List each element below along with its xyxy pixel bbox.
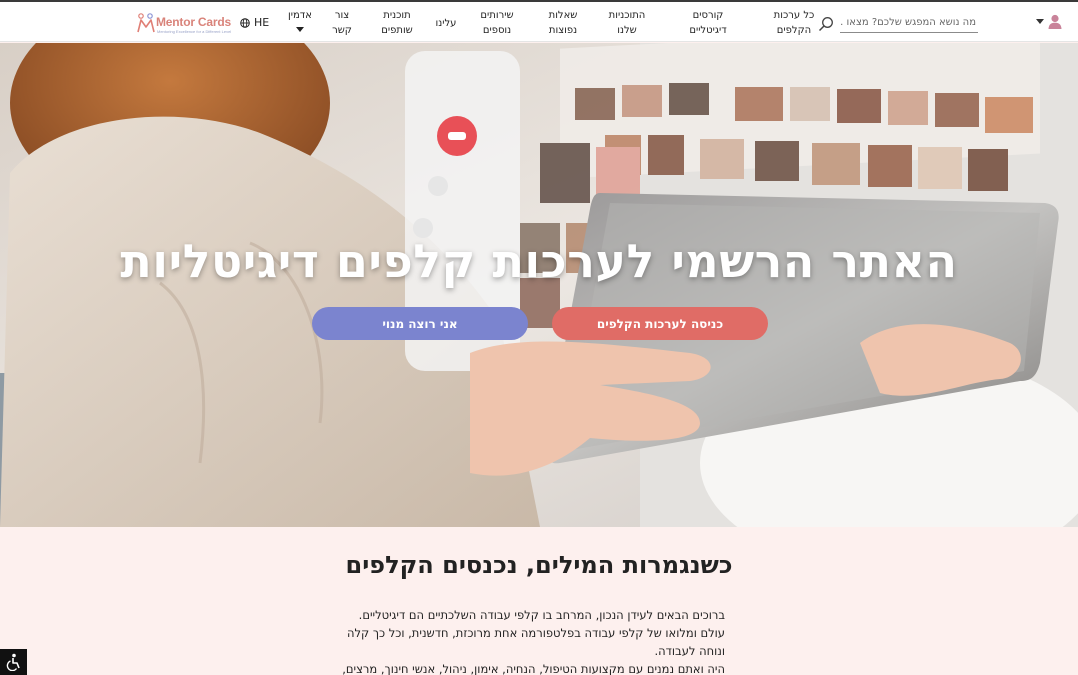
intro-section: כשנגמרות המילים, נכנסים הקלפים ברוכים הב… (0, 527, 1078, 675)
nav-label: קשר (332, 25, 352, 36)
nav-label: צור (334, 10, 350, 21)
intro-paragraph: ברוכים הבאים לעידן הנכון, המרחב בו קלפי … (358, 608, 725, 622)
nav-faq[interactable]: שאלות נפוצות (544, 8, 582, 38)
language-label: HE (254, 16, 270, 29)
intro-paragraph: עולם ומלואו של קלפי עבודה בפלטפורמה אחת … (346, 626, 725, 658)
search-icon[interactable] (818, 16, 834, 32)
nav-label: התוכניות (608, 10, 646, 21)
chevron-down-icon (1036, 19, 1044, 24)
accessibility-button[interactable] (0, 649, 27, 675)
nav-partners-program[interactable]: תוכנית שותפים (374, 8, 420, 38)
nav-label: שותפים (381, 25, 413, 36)
enter-decks-button[interactable]: כניסה לערכות הקלפים (552, 307, 768, 340)
logo-tagline: Mentoring Excellence for a Different Lev… (157, 29, 232, 34)
globe-icon (240, 17, 250, 28)
language-switcher[interactable]: HE (240, 16, 269, 29)
intro-paragraph: היה ואתם נמנים עם מקצועות הטיפול, הנחיה,… (342, 662, 725, 675)
user-menu[interactable] (1036, 14, 1066, 30)
nav-label: שירותים (480, 10, 514, 21)
user-icon (1048, 14, 1062, 29)
chevron-down-icon (296, 27, 304, 32)
nav-label: תוכנית (383, 10, 411, 21)
intro-title: כשנגמרות המילים, נכנסים הקלפים (345, 551, 733, 579)
nav-label: שאלות (548, 10, 578, 21)
nav-digital-courses[interactable]: קורסים דיגיטליים (682, 8, 734, 38)
nav-label: שלנו (617, 25, 637, 36)
nav-label: נפוצות (548, 25, 578, 36)
nav-about[interactable]: עלינו (430, 16, 462, 31)
nav-all-decks[interactable]: כל ערכות הקלפים (770, 8, 818, 38)
site-header: כל ערכות הקלפים קורסים דיגיטליים התוכניו… (0, 2, 1078, 42)
nav-label: קורסים (692, 10, 724, 21)
logo-mark-icon (137, 13, 155, 33)
hero-title: האתר הרשמי לערכות קלפים דיגיטליות (120, 234, 958, 288)
search-bar (818, 11, 978, 33)
nav-label: עלינו (435, 18, 457, 29)
nav-label: אדמין (288, 10, 312, 21)
logo-brand-text: Mentor Cards (156, 15, 231, 29)
nav-our-programs[interactable]: התוכניות שלנו (602, 8, 652, 38)
nav-label: כל ערכות (773, 10, 815, 21)
hero-section: האתר הרשמי לערכות קלפים דיגיטליות כניסה … (0, 43, 1078, 527)
accessibility-icon (6, 653, 20, 671)
subscribe-button[interactable]: אני רוצה מנוי (312, 307, 528, 340)
nav-label: דיגיטליים (689, 25, 727, 36)
nav-contact[interactable]: צור קשר (328, 8, 356, 38)
nav-label: נוספים (482, 25, 512, 36)
site-logo[interactable]: Mentor Cards Mentoring Excellence for a … (136, 12, 232, 36)
nav-admin[interactable]: אדמין (284, 8, 316, 32)
search-input[interactable] (840, 11, 978, 33)
nav-additional-services[interactable]: שירותים נוספים (474, 8, 520, 38)
intro-body: ברוכים הבאים לעידן הנכון, המרחב בו קלפי … (340, 606, 725, 675)
nav-label: הקלפים (776, 25, 812, 36)
